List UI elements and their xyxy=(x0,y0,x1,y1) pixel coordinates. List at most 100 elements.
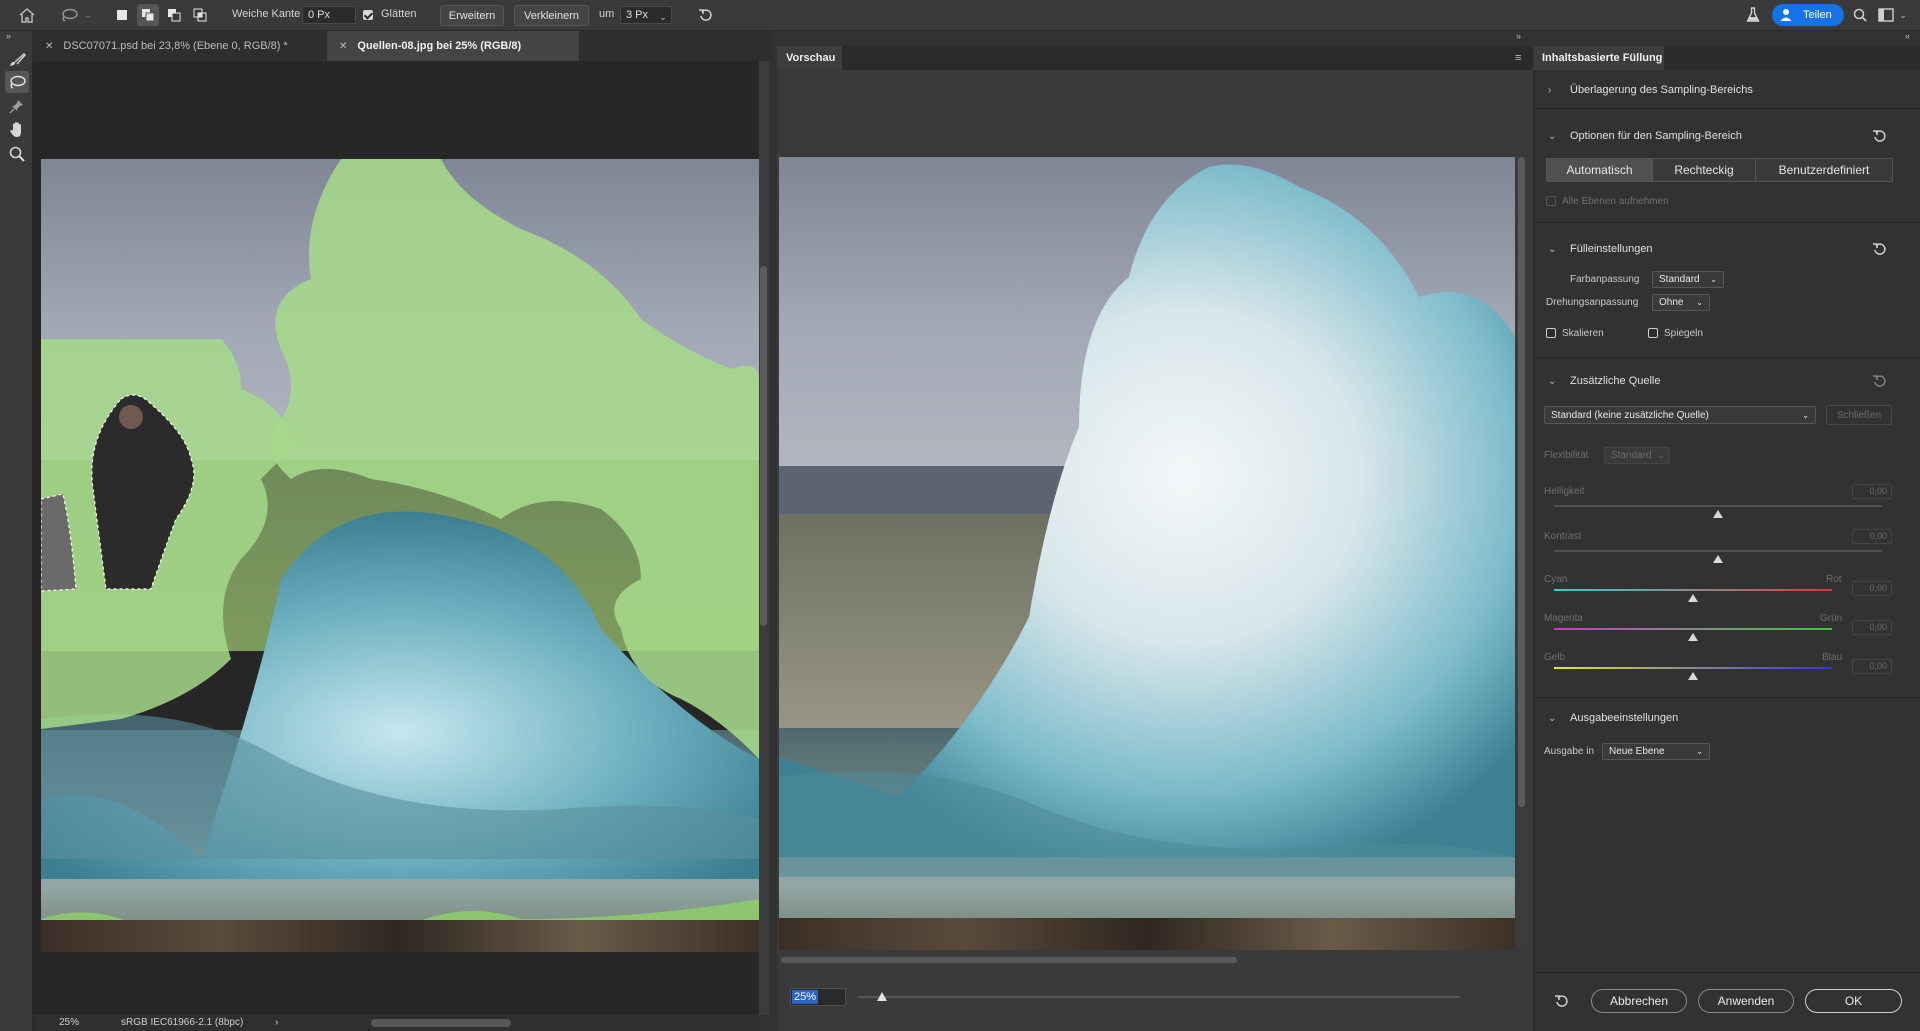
chevron-down-icon: ⌄ xyxy=(1548,375,1557,387)
flask-icon[interactable] xyxy=(1742,4,1764,26)
ok-button[interactable]: OK xyxy=(1805,989,1902,1013)
chevron-right-icon[interactable]: › xyxy=(275,1017,278,1028)
contrast-slider-thumb[interactable] xyxy=(1713,555,1723,563)
lasso-tool-icon[interactable] xyxy=(58,4,80,26)
tab-label: DSC07071.psd bei 23,8% (Ebene 0, RGB/8) … xyxy=(63,40,288,52)
cyan-red-slider[interactable] xyxy=(1554,589,1832,591)
horizontal-scrollbar[interactable] xyxy=(371,1019,511,1027)
reset-icon[interactable] xyxy=(1554,993,1570,1009)
cyan-red-value: 0,00 xyxy=(1852,581,1892,596)
output-label: Ausgabe in xyxy=(1544,746,1595,757)
document-canvas[interactable] xyxy=(33,61,769,1015)
intersect-selection-icon[interactable] xyxy=(189,4,211,26)
by-label: um xyxy=(599,8,615,20)
chevron-down-icon: ⌄ xyxy=(1548,130,1557,142)
section-output[interactable]: ⌄ Ausgabeeinstellungen xyxy=(1548,712,1678,724)
collapse-panel-icon[interactable]: » xyxy=(1516,31,1521,41)
share-button[interactable]: Teilen xyxy=(1772,4,1844,26)
divider xyxy=(1536,697,1920,698)
divider xyxy=(1536,972,1920,973)
rocks-region xyxy=(779,918,1515,950)
chevron-down-icon[interactable]: ⌄ xyxy=(1897,4,1909,26)
cyan-red-slider-thumb[interactable] xyxy=(1688,594,1698,602)
section-extra-source[interactable]: ⌄ Zusätzliche Quelle xyxy=(1548,375,1661,387)
panel-menu-icon[interactable]: ≡ xyxy=(1515,52,1521,64)
panel-tab[interactable]: Inhaltsbasierte Füllung xyxy=(1534,46,1664,70)
user-icon xyxy=(1780,9,1792,21)
brightness-slider-thumb[interactable] xyxy=(1713,510,1723,518)
reset-icon xyxy=(1872,373,1888,389)
brightness-label: Helligkeit xyxy=(1544,486,1585,497)
cancel-button[interactable]: Abbrechen xyxy=(1591,989,1687,1013)
zoom-tool-icon[interactable] xyxy=(5,143,29,165)
search-icon[interactable] xyxy=(1849,4,1871,26)
section-sampling[interactable]: ⌄ Optionen für den Sampling-Bereich xyxy=(1548,130,1742,142)
zoom-status[interactable]: 25% xyxy=(59,1017,79,1028)
home-icon[interactable] xyxy=(16,4,38,26)
preview-horizontal-scrollbar[interactable] xyxy=(779,955,1515,965)
rotation-adapt-select[interactable]: Ohne ⌄ xyxy=(1652,294,1710,311)
contrast-value: 0,00 xyxy=(1852,529,1892,544)
contrast-slider[interactable] xyxy=(1554,550,1882,552)
extra-source-select[interactable]: Standard (keine zusätzliche Quelle) ⌄ xyxy=(1544,406,1816,424)
new-selection-icon[interactable] xyxy=(111,4,133,26)
expand-button[interactable]: Erweitern xyxy=(440,5,504,26)
lasso-tool-icon[interactable] xyxy=(5,71,29,93)
preview-vertical-scrollbar[interactable] xyxy=(1517,157,1527,950)
zoom-slider[interactable] xyxy=(858,996,1460,998)
pin-tool-icon[interactable] xyxy=(5,95,29,117)
preview-zoom-input[interactable]: 25% xyxy=(790,988,846,1006)
zoom-slider-thumb[interactable] xyxy=(877,992,888,1001)
magenta-green-slider-thumb[interactable] xyxy=(1688,633,1698,641)
tab-dsc07071[interactable]: ✕ DSC07071.psd bei 23,8% (Ebene 0, RGB/8… xyxy=(33,31,327,61)
yellow-blue-slider-thumb[interactable] xyxy=(1688,672,1698,680)
color-adapt-select[interactable]: Standard ⌄ xyxy=(1652,271,1724,288)
reset-icon[interactable] xyxy=(1872,128,1888,144)
reset-icon[interactable] xyxy=(695,4,717,26)
chevron-down-icon[interactable]: ⌄ xyxy=(656,6,670,28)
mirror-checkbox[interactable] xyxy=(1648,328,1658,341)
subtract-selection-icon[interactable] xyxy=(163,4,185,26)
sampling-custom[interactable]: Benutzerdefiniert xyxy=(1755,158,1893,182)
scale-label: Skalieren xyxy=(1562,328,1604,339)
yellow-blue-slider[interactable] xyxy=(1554,667,1832,669)
add-selection-icon[interactable] xyxy=(137,4,159,26)
brush-tool-icon[interactable] xyxy=(5,49,29,71)
smooth-checkbox[interactable] xyxy=(363,10,373,23)
source-image[interactable] xyxy=(41,159,759,952)
expand-panel-icon[interactable]: » xyxy=(6,31,11,41)
collapse-panel-icon[interactable]: « xyxy=(1905,31,1910,41)
close-icon[interactable]: ✕ xyxy=(339,41,347,52)
workspace-icon[interactable] xyxy=(1875,4,1897,26)
reset-icon[interactable] xyxy=(1872,241,1888,257)
preview-image[interactable] xyxy=(779,157,1515,950)
close-icon[interactable]: ✕ xyxy=(45,41,53,52)
tab-label: Quellen-08.jpg bei 25% (RGB/8) xyxy=(357,40,522,52)
section-fill-settings[interactable]: ⌄ Fülleinstellungen xyxy=(1548,243,1653,255)
chevron-down-icon[interactable]: ⌄ xyxy=(82,4,94,26)
rotation-adapt-label: Drehungsanpassung xyxy=(1546,297,1639,308)
canvas-scrollbar[interactable] xyxy=(759,61,769,1015)
divider xyxy=(1536,108,1920,109)
red-label: Rot xyxy=(1826,574,1842,585)
scale-checkbox[interactable] xyxy=(1546,328,1556,341)
magenta-green-slider[interactable] xyxy=(1554,628,1832,630)
preview-tab[interactable]: Vorschau xyxy=(777,46,842,70)
section-overlay[interactable]: › Überlagerung des Sampling-Bereichs xyxy=(1548,84,1753,96)
all-layers-checkbox[interactable] xyxy=(1546,196,1556,209)
yellow-label: Gelb xyxy=(1544,652,1566,663)
tab-quellen-08[interactable]: ✕ Quellen-08.jpg bei 25% (RGB/8) xyxy=(327,31,579,61)
soft-edge-label: Weiche Kante xyxy=(232,8,301,20)
sampling-automatic[interactable]: Automatisch xyxy=(1546,158,1653,182)
person-selection[interactable] xyxy=(41,159,759,952)
contrast-label: Kontrast xyxy=(1544,531,1582,542)
apply-button[interactable]: Anwenden xyxy=(1698,989,1794,1013)
brightness-slider[interactable] xyxy=(1554,505,1882,507)
output-select[interactable]: Neue Ebene ⌄ xyxy=(1602,743,1710,760)
panel-title: Inhaltsbasierte Füllung xyxy=(1542,52,1663,64)
soft-edge-input[interactable]: 0 Px xyxy=(302,6,356,24)
hand-tool-icon[interactable] xyxy=(5,119,29,141)
contract-button[interactable]: Verkleinern xyxy=(514,5,589,26)
rocks-region xyxy=(41,920,759,952)
sampling-rectangular[interactable]: Rechteckig xyxy=(1652,158,1756,182)
